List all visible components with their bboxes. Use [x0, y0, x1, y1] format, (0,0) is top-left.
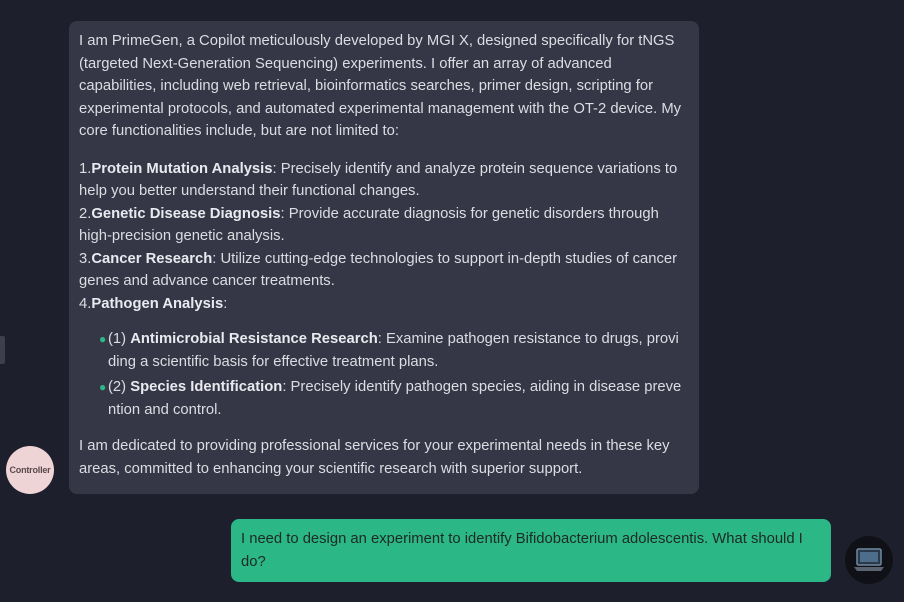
capabilities-list: 1.Protein Mutation Analysis: Precisely i…: [79, 158, 687, 316]
bullet-icon: ●: [99, 332, 107, 346]
capability-number: 1.: [79, 160, 92, 177]
bullet-icon: ●: [99, 380, 107, 394]
avatar-label: Controller: [9, 465, 51, 475]
subitem-prefix: (2): [108, 379, 131, 395]
chat-window: I am PrimeGen, a Copilot meticulously de…: [0, 0, 904, 602]
capability-item: 2.Genetic Disease Diagnosis: Provide acc…: [79, 203, 687, 248]
capability-title: Protein Mutation Analysis: [91, 160, 273, 177]
capability-title: Cancer Research: [91, 250, 213, 267]
laptop-icon: [854, 548, 884, 571]
capability-number: 2.: [79, 205, 92, 222]
capability-item: 3.Cancer Research: Utilize cutting-edge …: [79, 248, 687, 293]
capability-item: 4.Pathogen Analysis:: [79, 293, 687, 316]
capability-item: 1.Protein Mutation Analysis: Precisely i…: [79, 158, 687, 203]
capability-title: Genetic Disease Diagnosis: [91, 205, 281, 222]
list-item: ● (2) Species Identification: Precisely i…: [99, 376, 687, 421]
capability-text: :: [223, 295, 228, 312]
list-item: ● (1) Antimicrobial Resistance Research: …: [99, 328, 687, 373]
assistant-closing: I am dedicated to providing professional…: [79, 438, 670, 477]
avatar[interactable]: Controller: [6, 446, 54, 494]
capability-title: Pathogen Analysis: [91, 295, 224, 312]
assistant-intro: I am PrimeGen, a Copilot meticulously de…: [79, 33, 682, 139]
pathogen-subitems: ● (1) Antimicrobial Resistance Research: …: [79, 328, 687, 421]
capability-number: 4.: [79, 295, 92, 312]
user-message: I need to design an experiment to identi…: [231, 519, 831, 582]
subitem-title: Species Identification: [130, 379, 283, 395]
subitem-prefix: (1): [108, 331, 131, 347]
assistant-message: I am PrimeGen, a Copilot meticulously de…: [69, 21, 699, 494]
capability-number: 3.: [79, 250, 92, 267]
avatar[interactable]: [845, 536, 893, 584]
user-message-text: I need to design an experiment to identi…: [241, 531, 803, 570]
scrollbar-handle[interactable]: [0, 336, 5, 364]
subitem-title: Antimicrobial Resistance Research: [130, 331, 378, 347]
